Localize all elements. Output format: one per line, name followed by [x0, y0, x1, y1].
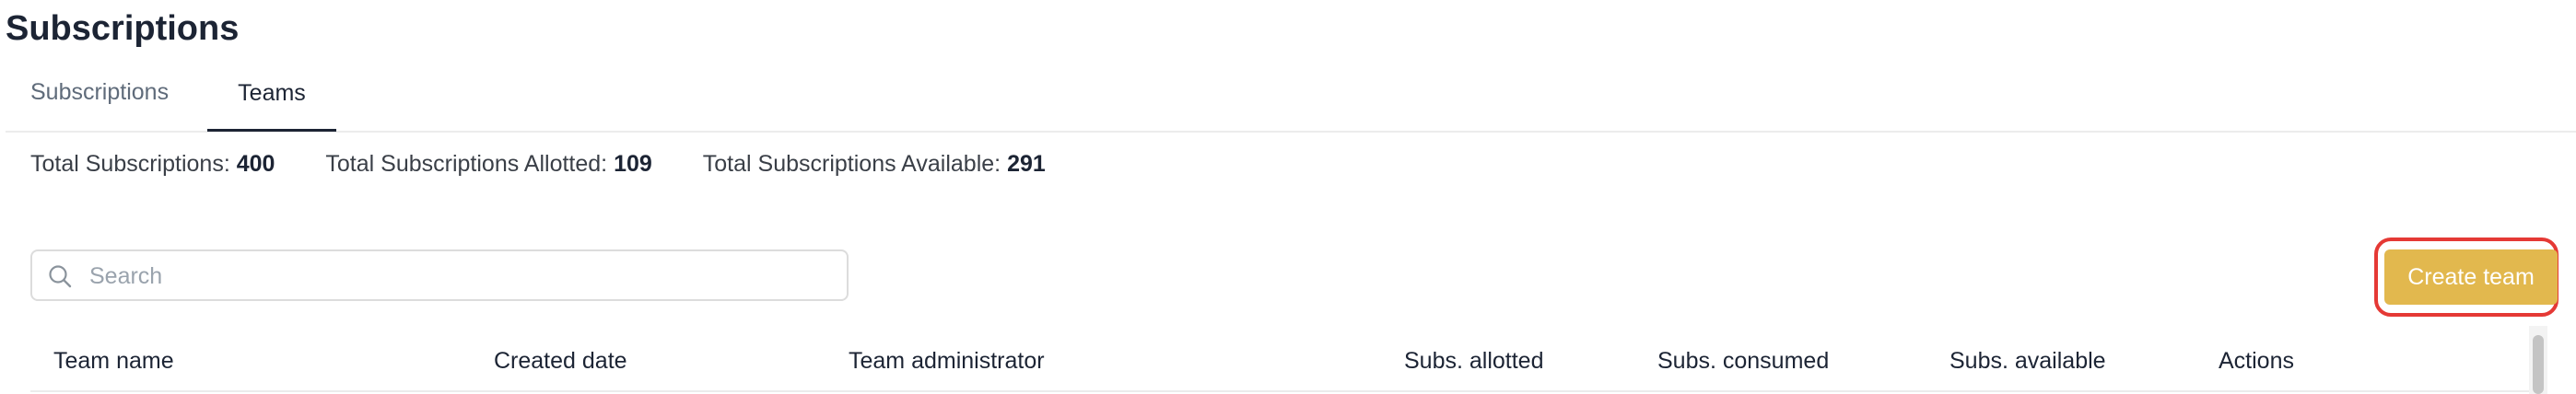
- column-header-subs-allotted[interactable]: Subs. allotted: [1404, 344, 1544, 377]
- teams-table-header: Team name Created date Team administrato…: [30, 326, 2529, 392]
- total-subscriptions-allotted: Total Subscriptions Allotted: 109: [325, 151, 658, 177]
- total-allotted-value: 109: [614, 151, 652, 177]
- total-subscriptions: Total Subscriptions: 400: [30, 151, 281, 177]
- total-subscriptions-available: Total Subscriptions Available: 291: [703, 151, 1046, 177]
- search-box: [30, 249, 849, 301]
- total-available-label: Total Subscriptions Available:: [702, 151, 1001, 177]
- table-scrollbar[interactable]: [2529, 326, 2547, 394]
- page: Subscriptions Subscriptions Teams Total …: [0, 0, 2576, 394]
- tab-teams[interactable]: Teams: [207, 70, 336, 132]
- subscription-totals: Total Subscriptions: 400 Total Subscript…: [30, 147, 1090, 180]
- tab-bar: Subscriptions Teams: [6, 70, 2576, 133]
- column-header-actions: Actions: [2219, 348, 2294, 374]
- create-team-button[interactable]: Create team: [2384, 249, 2558, 305]
- column-header-team-name[interactable]: Team name: [53, 344, 174, 377]
- tab-subscriptions[interactable]: Subscriptions: [30, 70, 169, 131]
- search-input[interactable]: [88, 259, 828, 294]
- column-header-created-date[interactable]: Created date: [494, 344, 627, 377]
- column-header-team-administrator[interactable]: Team administrator: [849, 344, 1045, 377]
- search-icon: [49, 265, 72, 288]
- total-allotted-label: Total Subscriptions Allotted:: [325, 151, 608, 177]
- table-scrollbar-thumb[interactable]: [2533, 335, 2544, 394]
- column-header-subs-consumed[interactable]: Subs. consumed: [1657, 344, 1829, 377]
- page-title: Subscriptions: [6, 9, 240, 48]
- total-available-value: 291: [1007, 151, 1046, 177]
- total-subscriptions-label: Total Subscriptions:: [30, 151, 230, 177]
- column-header-subs-available[interactable]: Subs. available: [1950, 344, 2106, 377]
- total-subscriptions-value: 400: [236, 151, 275, 177]
